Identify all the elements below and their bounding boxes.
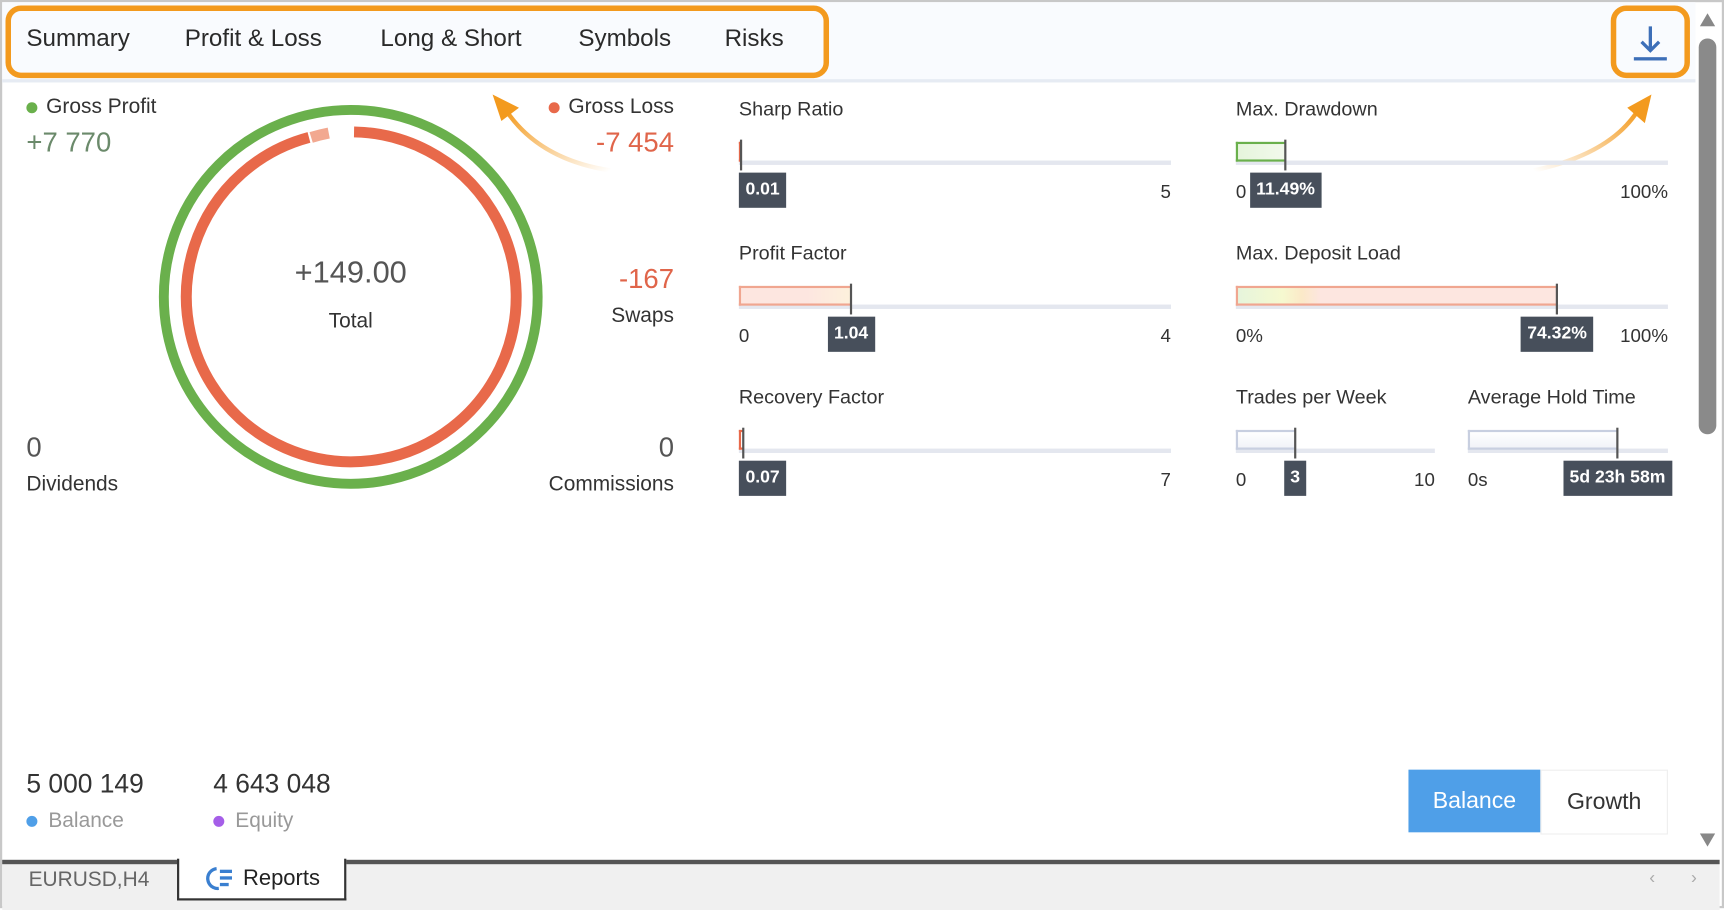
swaps-value: -167	[618, 263, 674, 295]
avg-hold-time-title: Average Hold Time	[1467, 385, 1636, 408]
max-drawdown-min: 0	[1235, 181, 1247, 203]
profit-factor-fill	[738, 285, 852, 306]
avg-hold-time-marker	[1616, 427, 1619, 459]
recovery-factor-marker	[742, 427, 745, 459]
balance-legend: Balance	[26, 809, 124, 833]
equity-label: Equity	[235, 809, 294, 833]
sharp-ratio-title: Sharp Ratio	[738, 97, 844, 120]
max-deposit-load-min: 0%	[1235, 325, 1263, 347]
tab-eurusd-h4[interactable]: EURUSD,H4	[29, 869, 150, 893]
dividends-value: 0	[26, 432, 42, 463]
profit-factor-marker	[849, 283, 853, 315]
profit-factor-value: 1.04	[827, 316, 875, 352]
tabs-scroll-right-icon[interactable]: ›	[1691, 869, 1697, 889]
trades-per-week-max: 10	[1414, 469, 1435, 491]
gross-profit-value: +7 770	[26, 127, 112, 159]
gross-loss-ring	[180, 126, 522, 468]
total-label: Total	[328, 310, 373, 334]
trades-per-week-fill	[1235, 429, 1296, 450]
sharp-ratio-marker	[739, 139, 743, 171]
sharp-ratio-value: 0.01	[738, 172, 787, 208]
tab-reports[interactable]: Reports	[177, 858, 347, 901]
reports-tab-label: Reports	[242, 865, 320, 891]
growth-toggle-button[interactable]: Growth	[1540, 769, 1668, 835]
max-drawdown-marker	[1284, 139, 1287, 171]
dividends-label: Dividends	[26, 472, 119, 496]
sharp-ratio-track	[738, 160, 1171, 165]
commissions-label: Commissions	[548, 472, 674, 496]
recovery-factor-max: 7	[1160, 469, 1171, 491]
tabs-scroll-left-icon[interactable]: ‹	[1649, 869, 1655, 889]
gross-loss-label: Gross Loss	[568, 95, 674, 119]
max-deposit-load-value: 74.32%	[1520, 316, 1594, 352]
trades-per-week-marker	[1294, 427, 1297, 459]
recovery-factor-value: 0.07	[738, 460, 787, 496]
swaps-segment	[309, 127, 330, 143]
max-drawdown-title: Max. Drawdown	[1235, 97, 1378, 120]
recovery-factor-title: Recovery Factor	[738, 385, 885, 408]
balance-label: Balance	[48, 809, 124, 833]
recovery-factor-track	[738, 448, 1171, 453]
gross-loss-dot	[548, 102, 560, 114]
avg-hold-time-value: 5d 23h 58m	[1562, 460, 1672, 496]
gross-profit-legend: Gross Profit	[26, 96, 156, 120]
scroll-down-icon[interactable]	[1699, 833, 1716, 847]
avg-hold-time-min: 0s	[1467, 469, 1488, 491]
trades-per-week-title: Trades per Week	[1235, 385, 1387, 408]
profit-factor-min: 0	[738, 325, 750, 347]
max-drawdown-track	[1235, 160, 1668, 165]
max-drawdown-max: 100%	[1620, 181, 1668, 203]
gross-loss-value: -7 454	[596, 127, 674, 159]
max-deposit-load-fill	[1235, 285, 1557, 306]
max-drawdown-value: 11.49%	[1249, 172, 1322, 208]
profit-factor-title: Profit Factor	[738, 241, 847, 264]
gross-profit-dot	[26, 102, 38, 114]
equity-dot	[213, 815, 225, 827]
profit-loss-donut	[158, 105, 543, 489]
total-value: +149.00	[294, 255, 407, 290]
max-drawdown-fill	[1235, 141, 1286, 162]
gross-loss-legend: Gross Loss	[548, 95, 674, 120]
sharp-ratio-max: 5	[1160, 181, 1171, 203]
balance-toggle-button[interactable]: Balance	[1408, 769, 1541, 833]
commissions-value: 0	[658, 432, 674, 463]
max-deposit-load-max: 100%	[1620, 325, 1668, 347]
gross-profit-ring	[158, 105, 543, 489]
max-deposit-load-marker	[1555, 283, 1558, 315]
trades-per-week-value: 3	[1283, 460, 1307, 496]
equity-value: 4 643 048	[213, 769, 331, 800]
avg-hold-time-fill	[1467, 429, 1618, 450]
gross-profit-label: Gross Profit	[46, 95, 157, 119]
balance-dot	[26, 815, 38, 827]
trades-per-week-min: 0	[1235, 469, 1247, 491]
balance-value: 5 000 149	[26, 769, 144, 800]
swaps-label: Swaps	[611, 304, 674, 328]
reports-window: Summary Profit & Loss Long & Short Symbo…	[0, 0, 1724, 910]
profit-factor-max: 4	[1160, 325, 1171, 347]
equity-legend: Equity	[213, 809, 293, 833]
reports-icon	[206, 866, 232, 891]
max-deposit-load-title: Max. Deposit Load	[1235, 241, 1401, 264]
